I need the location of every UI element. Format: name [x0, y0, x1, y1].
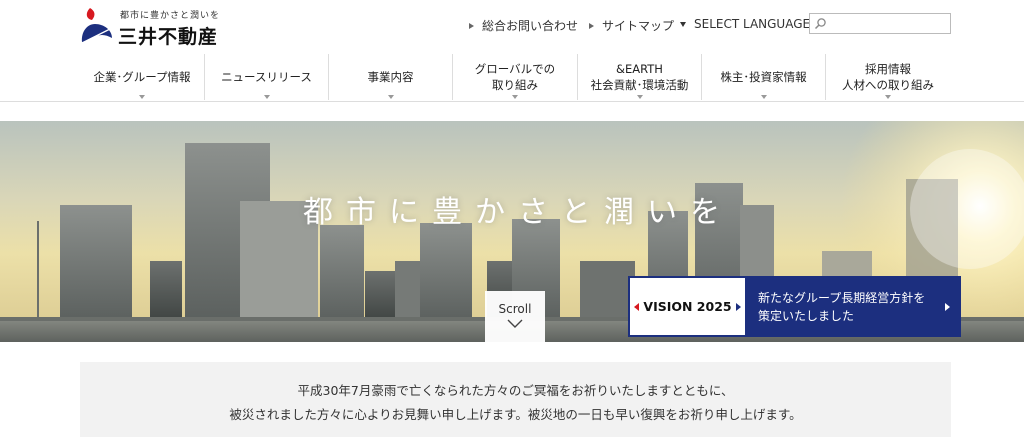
nav-item-investors[interactable]: 株主･投資家情報 [702, 52, 825, 102]
search-input[interactable] [830, 15, 948, 32]
notice-line-2: 被災されました方々に心よりお見舞い申し上げます。被災地の一日も早い復興をお祈り申… [229, 407, 802, 422]
nav-item-label: 株主･投資家情報 [720, 70, 807, 84]
arrow-right-icon [945, 303, 950, 311]
scroll-label: Scroll [498, 302, 532, 316]
triangle-down-icon [680, 21, 686, 27]
disaster-notice: 平成30年7月豪雨で亡くなられた方々のご冥福をお祈りいたしますとともに、 被災さ… [80, 362, 951, 437]
vision-label: VISION 2025 [643, 299, 732, 314]
nav-item-label: 事業内容 [367, 70, 414, 84]
logo-name: 三井不動産 [118, 26, 219, 48]
site-header: 都市に豊かさと潤いを 三井不動産 総合お問い合わせ サイトマップ SELECT … [0, 0, 1024, 48]
nav-item-recruit[interactable]: 採用情報 人材への取り組み [826, 52, 950, 102]
vision-2025-banner[interactable]: VISION 2025 新たなグループ長期経営方針を 策定いたしました [628, 276, 961, 337]
nav-item-label: &EARTH 社会貢献･環境活動 [590, 62, 689, 92]
triangle-right-icon [469, 22, 474, 29]
nav-item-label: 企業･グループ情報 [93, 70, 191, 84]
logo-tagline: 都市に豊かさと潤いを [120, 11, 221, 21]
chevron-down-icon [760, 95, 767, 99]
chevron-down-icon [636, 95, 643, 99]
notice-line-1: 平成30年7月豪雨で亡くなられた方々のご冥福をお祈りいたしますとともに、 [297, 383, 734, 398]
triangle-right-icon [589, 22, 594, 29]
nav-item-news[interactable]: ニュースリリース [205, 52, 328, 102]
chevron-down-icon [387, 95, 394, 99]
hero-tagline: 都市に豊かさと潤いを [303, 195, 733, 230]
nav-item-global[interactable]: グローバルでの 取り組み [453, 52, 577, 102]
chevron-down-icon [512, 95, 518, 99]
logo-mark-icon [81, 8, 113, 44]
nav-item-earth[interactable]: &EARTH 社会貢献･環境活動 [578, 52, 701, 102]
nav-item-label: 採用情報 人材への取り組み [842, 62, 934, 92]
site-logo[interactable]: 都市に豊かさと潤いを 三井不動産 [80, 6, 230, 48]
sitemap-link-label: サイトマップ [602, 19, 675, 33]
language-selector[interactable]: SELECT LANGUAGE [680, 17, 810, 31]
triangle-left-icon [634, 303, 639, 311]
vision-label-box: VISION 2025 [630, 278, 745, 335]
triangle-right-icon [736, 303, 741, 311]
language-selector-label: SELECT LANGUAGE [694, 17, 811, 31]
contact-link-label: 総合お問い合わせ [482, 19, 579, 33]
chevron-down-icon [263, 95, 270, 99]
hero-banner: 都市に豊かさと潤いを Scroll VISION 2025 新たなグループ長期経… [0, 121, 1024, 342]
chevron-down-icon [885, 95, 891, 99]
sitemap-link[interactable]: サイトマップ [589, 17, 674, 34]
nav-item-label: ニュースリリース [221, 70, 312, 84]
scroll-button[interactable]: Scroll [485, 291, 545, 342]
vision-text: 新たなグループ長期経営方針を 策定いたしました [758, 291, 926, 323]
search-box [809, 13, 951, 34]
global-nav: 企業･グループ情報 ニュースリリース 事業内容 グローバルでの 取り組み &EA… [0, 52, 1024, 102]
nav-item-label: グローバルでの 取り組み [474, 62, 556, 92]
contact-link[interactable]: 総合お問い合わせ [469, 17, 578, 34]
chevron-down-icon [507, 319, 523, 328]
nav-item-business[interactable]: 事業内容 [329, 52, 452, 102]
chevron-down-icon [139, 95, 145, 99]
search-icon[interactable] [814, 17, 827, 30]
nav-item-corporate[interactable]: 企業･グループ情報 [80, 52, 204, 102]
